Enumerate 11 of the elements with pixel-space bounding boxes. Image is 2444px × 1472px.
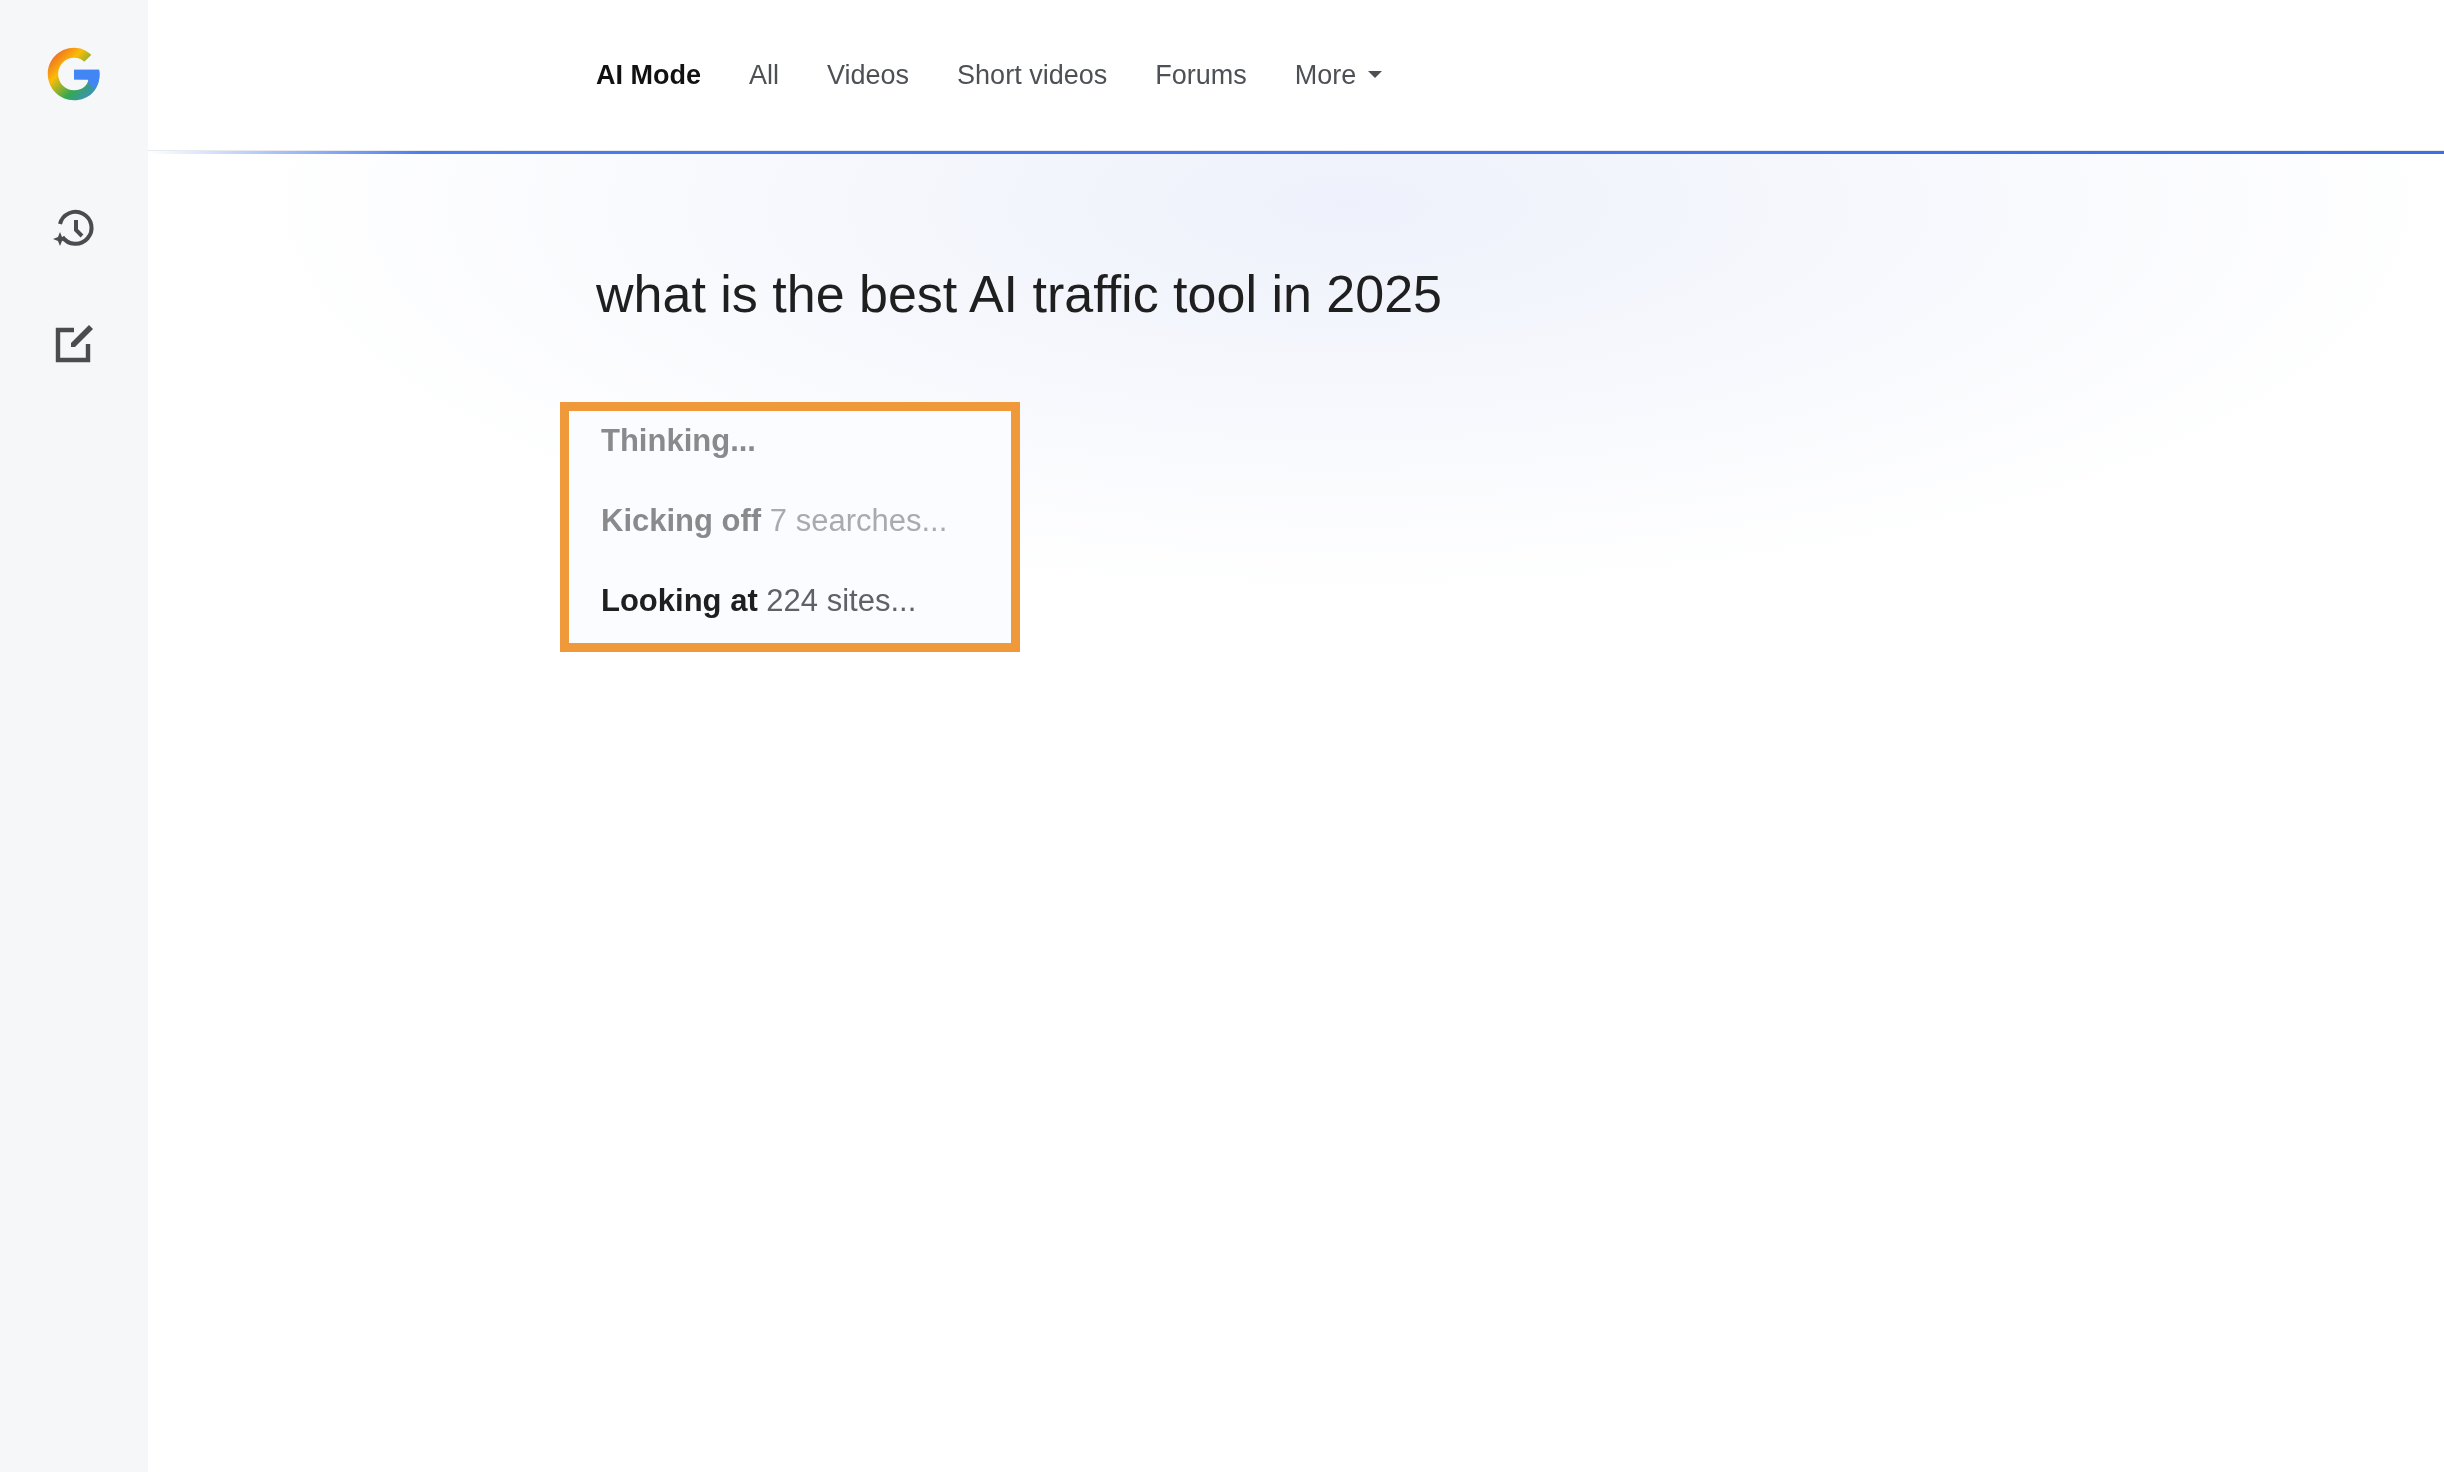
search-tab[interactable]: AI Mode bbox=[596, 59, 701, 91]
progress-step: Kicking off 7 searches... bbox=[601, 503, 1011, 539]
search-tab[interactable]: All bbox=[749, 59, 779, 91]
progress-step: Looking at 224 sites... bbox=[601, 583, 1011, 619]
more-menu-button[interactable]: More bbox=[1294, 59, 1383, 91]
query-heading: what is the best AI traffic tool in 2025 bbox=[596, 264, 1443, 324]
progress-step: Thinking... bbox=[601, 423, 1011, 459]
search-tab[interactable]: Forums bbox=[1155, 59, 1247, 91]
caret-icon bbox=[1368, 71, 1383, 79]
search-tab[interactable]: Short videos bbox=[957, 59, 1108, 91]
search-tab[interactable]: Videos bbox=[827, 59, 910, 91]
